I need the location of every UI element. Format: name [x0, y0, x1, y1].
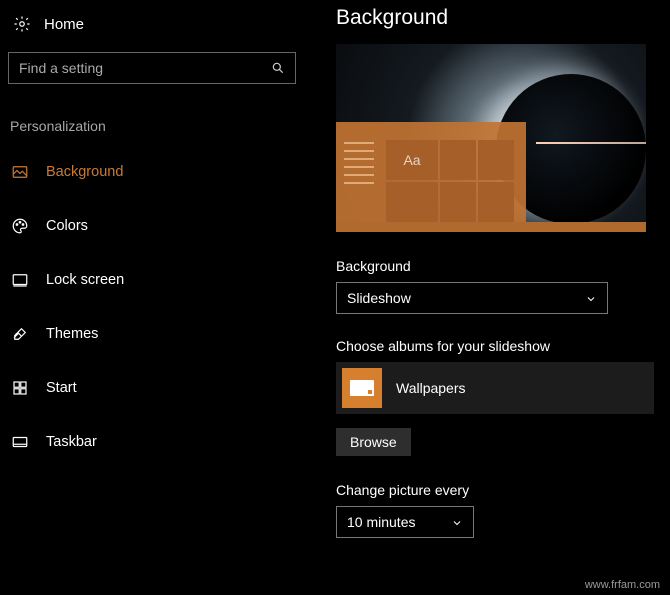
- background-label: Background: [336, 258, 654, 274]
- category-title: Personalization: [8, 118, 318, 134]
- albums-label: Choose albums for your slideshow: [336, 338, 654, 354]
- sidebar-item-start[interactable]: Start: [8, 368, 318, 408]
- search-placeholder: Find a setting: [19, 60, 103, 76]
- sidebar-item-background[interactable]: Background: [8, 152, 318, 192]
- sidebar-item-label: Colors: [46, 218, 88, 234]
- change-interval-dropdown[interactable]: 10 minutes: [336, 506, 474, 538]
- sidebar-item-colors[interactable]: Colors: [8, 206, 318, 246]
- sidebar-item-taskbar[interactable]: Taskbar: [8, 422, 318, 462]
- start-icon: [10, 378, 30, 398]
- gear-icon: [12, 14, 32, 34]
- chevron-down-icon: [451, 516, 463, 528]
- desktop-preview: Aa: [336, 44, 646, 232]
- sidebar-item-lockscreen[interactable]: Lock screen: [8, 260, 318, 300]
- album-name: Wallpapers: [396, 380, 466, 396]
- sidebar-item-label: Background: [46, 164, 123, 180]
- home-button[interactable]: Home: [8, 10, 318, 34]
- browse-label: Browse: [350, 434, 397, 450]
- sidebar-item-themes[interactable]: Themes: [8, 314, 318, 354]
- search-input[interactable]: Find a setting: [8, 52, 296, 84]
- background-dropdown[interactable]: Slideshow: [336, 282, 608, 314]
- change-picture-label: Change picture every: [336, 482, 654, 498]
- lockscreen-icon: [10, 270, 30, 290]
- browse-button[interactable]: Browse: [336, 428, 411, 456]
- sidebar-item-label: Lock screen: [46, 272, 124, 288]
- search-icon: [271, 61, 285, 75]
- watermark: www.frfam.com: [585, 579, 660, 591]
- sidebar-item-label: Start: [46, 380, 77, 396]
- themes-icon: [10, 324, 30, 344]
- preview-tile-text: Aa: [386, 140, 438, 180]
- chevron-down-icon: [585, 292, 597, 304]
- album-item[interactable]: Wallpapers: [336, 362, 654, 414]
- picture-icon: [10, 162, 30, 182]
- palette-icon: [10, 216, 30, 236]
- sidebar-item-label: Themes: [46, 326, 98, 342]
- background-dropdown-value: Slideshow: [347, 290, 411, 306]
- page-title: Background: [336, 6, 654, 30]
- home-label: Home: [44, 16, 84, 33]
- change-interval-value: 10 minutes: [347, 514, 415, 530]
- sidebar-item-label: Taskbar: [46, 434, 97, 450]
- folder-icon: [342, 368, 382, 408]
- taskbar-icon: [10, 432, 30, 452]
